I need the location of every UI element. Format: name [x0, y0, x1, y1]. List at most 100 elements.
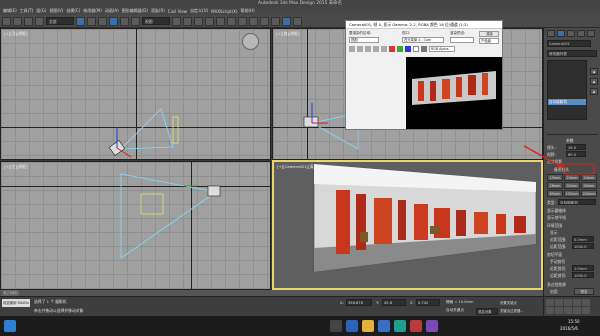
render-frame-icon[interactable] — [282, 16, 291, 26]
type-dropdown[interactable]: 目标摄影机 — [558, 199, 596, 205]
render-icon[interactable] — [293, 16, 302, 26]
env-show-checkbox[interactable]: 显示 — [550, 230, 558, 236]
menu-civil-view[interactable]: Civil View — [168, 9, 187, 14]
menu-customize[interactable]: 自定义(U) — [190, 8, 208, 14]
manual-clip-checkbox[interactable]: 手动剪切 — [550, 259, 565, 265]
rect-selection-icon[interactable] — [98, 16, 107, 26]
mirror-icon[interactable] — [216, 16, 225, 26]
setkey-button[interactable]: 设置关键点 — [500, 300, 517, 305]
lens-35mm-button[interactable]: 35mm — [564, 182, 580, 189]
material-editor-icon[interactable] — [260, 16, 269, 26]
zoom-icon[interactable] — [546, 307, 554, 314]
channel-select[interactable]: RGB Alpha — [429, 46, 455, 52]
autokey-button[interactable]: 自动关键点 — [446, 308, 464, 313]
preset-select[interactable] — [450, 37, 474, 43]
layer-icon[interactable] — [238, 16, 247, 26]
show-end-result-button[interactable]: ▪ — [590, 78, 598, 85]
clear-icon[interactable] — [381, 46, 387, 52]
percent-snap-icon[interactable] — [205, 16, 214, 26]
viewport-left[interactable]: [+][左][线框] — [0, 161, 271, 290]
snap-icon[interactable] — [183, 16, 192, 26]
next-frame-icon[interactable] — [573, 299, 581, 306]
selected-object-dropdown[interactable]: 选定对象 — [476, 308, 498, 315]
area-select[interactable]: 视图 — [349, 37, 379, 43]
menu-maxscript[interactable]: MAXScript(X) — [211, 9, 237, 14]
menu-edit[interactable]: 编辑(E) — [3, 8, 17, 14]
clock-time[interactable]: 15:50 — [568, 319, 580, 324]
menu-view[interactable]: 视图(V) — [49, 8, 63, 14]
lens-135mm-button[interactable]: 135mm — [564, 190, 580, 197]
coord-z-field[interactable]: 0.742 — [416, 299, 440, 306]
clone-window-icon[interactable] — [365, 46, 371, 52]
show-cone-checkbox[interactable]: 显示圆锥体 — [547, 208, 566, 214]
task-view-icon[interactable] — [330, 320, 342, 332]
red-channel-icon[interactable] — [389, 46, 395, 52]
orbit-icon[interactable] — [564, 307, 572, 314]
save-image-icon[interactable] — [349, 46, 355, 52]
reference-coord-dropdown[interactable]: 视图 — [142, 17, 170, 25]
render-button[interactable]: 渲染 — [479, 31, 499, 37]
app-taskbar-icon[interactable] — [410, 320, 422, 332]
stack-item-target-camera[interactable]: 目标摄影机 — [548, 99, 586, 105]
clock-date[interactable]: 2016/5/6 — [560, 326, 578, 331]
copy-image-icon[interactable] — [357, 46, 363, 52]
maxscript-listener[interactable]: 欢迎使用 MAXSc — [2, 299, 30, 307]
modifier-list-dropdown[interactable]: 修改器列表 — [547, 50, 597, 57]
menu-graph-editors[interactable]: 图形编辑器(D) — [122, 8, 148, 14]
fov-icon[interactable] — [573, 307, 581, 314]
goto-end-icon[interactable] — [582, 299, 590, 306]
lens-85mm-button[interactable]: 85mm — [547, 190, 563, 197]
pin-stack-button[interactable]: ▪ — [590, 68, 598, 75]
link-icon[interactable] — [24, 16, 33, 26]
menu-rendering[interactable]: 渲染(R) — [151, 8, 165, 14]
object-name-field[interactable]: Camera001 — [547, 40, 591, 47]
render-setup-icon[interactable] — [271, 16, 280, 26]
viewcube-icon[interactable] — [242, 33, 259, 50]
select-object-icon[interactable] — [76, 16, 85, 26]
store-icon[interactable] — [378, 320, 390, 332]
multipass-enable-checkbox[interactable]: 启用 — [550, 289, 558, 295]
explorer-icon[interactable] — [362, 320, 374, 332]
menu-create[interactable]: 创建(C) — [66, 8, 80, 14]
modify-tab-icon[interactable] — [557, 30, 565, 37]
select-scale-icon[interactable] — [131, 16, 140, 26]
viewport-label[interactable]: [+][顶][线框] — [4, 31, 27, 37]
pan-icon[interactable] — [555, 307, 563, 314]
prev-frame-icon[interactable] — [555, 299, 563, 306]
show-horizon-checkbox[interactable]: 显示地平线 — [547, 215, 566, 221]
maximize-viewport-icon[interactable] — [582, 307, 590, 314]
near-clip-field[interactable]: 1.0mm — [572, 265, 594, 271]
monochrome-icon[interactable] — [421, 46, 427, 52]
coord-y-field[interactable]: 45.8 — [382, 299, 406, 306]
lens-28mm-button[interactable]: 28mm — [547, 182, 563, 189]
menu-help[interactable]: 帮助(H) — [241, 8, 255, 14]
far-clip-field[interactable]: 1000.0 — [572, 272, 594, 278]
pivot-icon[interactable] — [172, 16, 181, 26]
lens-200mm-button[interactable]: 200mm — [581, 190, 597, 197]
select-by-name-icon[interactable] — [87, 16, 96, 26]
viewport-top[interactable]: [+][顶][线框] — [0, 28, 271, 160]
undo-icon[interactable] — [2, 16, 11, 26]
viewport-label[interactable]: [+][前][线框] — [276, 31, 299, 37]
windows-start-icon[interactable] — [4, 320, 16, 332]
viewport-select[interactable]: 四元菜单 4 - Cam — [402, 37, 444, 43]
production-select[interactable]: 产品级 — [479, 38, 499, 44]
blue-channel-icon[interactable] — [405, 46, 411, 52]
app-taskbar-icon-2[interactable] — [426, 320, 438, 332]
near-range-field[interactable]: 0.0mm — [572, 236, 594, 242]
far-range-field[interactable]: 1000.0 — [572, 243, 594, 249]
align-icon[interactable] — [227, 16, 236, 26]
selection-filter-dropdown[interactable]: 全部 — [46, 17, 74, 25]
viewport-camera[interactable]: [+][Camera001][真实] — [272, 160, 543, 290]
play-icon[interactable] — [564, 299, 572, 306]
menu-tools[interactable]: 工具(T) — [20, 8, 34, 14]
coord-x-field[interactable]: 356.876 — [346, 299, 372, 306]
redo-icon[interactable] — [13, 16, 22, 26]
menu-modifiers[interactable]: 修改器(M) — [83, 8, 102, 14]
3dsmax-taskbar-icon[interactable] — [394, 320, 406, 332]
browser-icon[interactable] — [346, 320, 358, 332]
menu-group[interactable]: 组(G) — [36, 8, 46, 14]
lens-50mm-button[interactable]: 50mm — [581, 182, 597, 189]
create-tab-icon[interactable] — [547, 30, 555, 37]
unlink-icon[interactable] — [35, 16, 44, 26]
